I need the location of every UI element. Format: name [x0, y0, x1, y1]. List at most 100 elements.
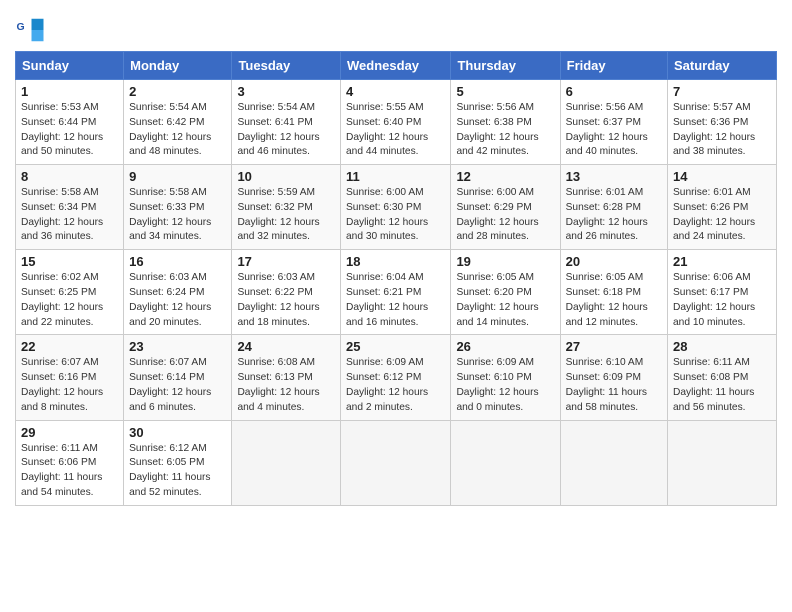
day-number: 29	[21, 425, 118, 440]
cell-info: Sunrise: 6:10 AMSunset: 6:09 PMDaylight:…	[566, 357, 647, 412]
cell-info: Sunrise: 6:00 AMSunset: 6:29 PMDaylight:…	[456, 187, 538, 242]
calendar-cell	[341, 420, 451, 505]
cell-info: Sunrise: 6:07 AMSunset: 6:16 PMDaylight:…	[21, 357, 103, 412]
day-number: 16	[129, 254, 226, 269]
calendar-week-4: 22 Sunrise: 6:07 AMSunset: 6:16 PMDayligh…	[16, 335, 777, 420]
calendar-cell: 28Sunrise: 6:11 AMSunset: 6:08 PMDayligh…	[668, 335, 777, 420]
day-header-tuesday: Tuesday	[232, 52, 341, 80]
calendar-week-5: 29 Sunrise: 6:11 AMSunset: 6:06 PMDayligh…	[16, 420, 777, 505]
cell-info: Sunrise: 6:01 AMSunset: 6:28 PMDaylight:…	[566, 187, 648, 242]
day-number: 25	[346, 339, 445, 354]
calendar-cell: 20 Sunrise: 6:05 AMSunset: 6:18 PMDayligh…	[560, 250, 667, 335]
calendar-cell: 12 Sunrise: 6:00 AMSunset: 6:29 PMDayligh…	[451, 165, 560, 250]
calendar-cell: 2 Sunrise: 5:54 AMSunset: 6:42 PMDaylight…	[124, 80, 232, 165]
calendar-cell: 9Sunrise: 5:58 AMSunset: 6:33 PMDaylight…	[124, 165, 232, 250]
calendar-cell: 27 Sunrise: 6:10 AMSunset: 6:09 PMDayligh…	[560, 335, 667, 420]
day-header-wednesday: Wednesday	[341, 52, 451, 80]
cell-info: Sunrise: 6:05 AMSunset: 6:20 PMDaylight:…	[456, 272, 538, 327]
day-number: 30	[129, 425, 226, 440]
day-number: 2	[129, 84, 226, 99]
day-header-friday: Friday	[560, 52, 667, 80]
day-number: 9	[129, 169, 226, 184]
day-number: 7	[673, 84, 771, 99]
cell-info: Sunrise: 6:05 AMSunset: 6:18 PMDaylight:…	[566, 272, 648, 327]
calendar-cell	[451, 420, 560, 505]
calendar-week-2: 8 Sunrise: 5:58 AMSunset: 6:34 PMDaylight…	[16, 165, 777, 250]
calendar-body: 1 Sunrise: 5:53 AMSunset: 6:44 PMDaylight…	[16, 80, 777, 506]
logo-icon: G	[15, 15, 45, 45]
cell-info: Sunrise: 6:03 AMSunset: 6:24 PMDaylight:…	[129, 272, 211, 327]
day-number: 5	[456, 84, 554, 99]
calendar-cell: 6Sunrise: 5:56 AMSunset: 6:37 PMDaylight…	[560, 80, 667, 165]
day-number: 1	[21, 84, 118, 99]
calendar-cell: 17Sunrise: 6:03 AMSunset: 6:22 PMDayligh…	[232, 250, 341, 335]
cell-info: Sunrise: 6:11 AMSunset: 6:06 PMDaylight:…	[21, 443, 102, 498]
cell-info: Sunrise: 6:09 AMSunset: 6:12 PMDaylight:…	[346, 357, 428, 412]
calendar-cell: 10 Sunrise: 5:59 AMSunset: 6:32 PMDayligh…	[232, 165, 341, 250]
day-number: 23	[129, 339, 226, 354]
calendar-cell: 11Sunrise: 6:00 AMSunset: 6:30 PMDayligh…	[341, 165, 451, 250]
day-number: 11	[346, 169, 445, 184]
calendar-week-1: 1 Sunrise: 5:53 AMSunset: 6:44 PMDaylight…	[16, 80, 777, 165]
calendar-cell: 8 Sunrise: 5:58 AMSunset: 6:34 PMDaylight…	[16, 165, 124, 250]
day-header-monday: Monday	[124, 52, 232, 80]
day-number: 24	[237, 339, 335, 354]
cell-info: Sunrise: 6:08 AMSunset: 6:13 PMDaylight:…	[237, 357, 319, 412]
calendar-cell: 30Sunrise: 6:12 AMSunset: 6:05 PMDayligh…	[124, 420, 232, 505]
calendar-cell: 3 Sunrise: 5:54 AMSunset: 6:41 PMDaylight…	[232, 80, 341, 165]
calendar-cell: 21 Sunrise: 6:06 AMSunset: 6:17 PMDayligh…	[668, 250, 777, 335]
calendar-cell: 1 Sunrise: 5:53 AMSunset: 6:44 PMDaylight…	[16, 80, 124, 165]
calendar-cell: 22 Sunrise: 6:07 AMSunset: 6:16 PMDayligh…	[16, 335, 124, 420]
cell-info: Sunrise: 6:03 AMSunset: 6:22 PMDaylight:…	[237, 272, 319, 327]
cell-info: Sunrise: 5:58 AMSunset: 6:34 PMDaylight:…	[21, 187, 103, 242]
calendar-header-row: SundayMondayTuesdayWednesdayThursdayFrid…	[16, 52, 777, 80]
day-number: 21	[673, 254, 771, 269]
cell-info: Sunrise: 6:07 AMSunset: 6:14 PMDaylight:…	[129, 357, 211, 412]
cell-info: Sunrise: 6:04 AMSunset: 6:21 PMDaylight:…	[346, 272, 428, 327]
cell-info: Sunrise: 5:57 AMSunset: 6:36 PMDaylight:…	[673, 102, 755, 157]
cell-info: Sunrise: 6:06 AMSunset: 6:17 PMDaylight:…	[673, 272, 755, 327]
day-header-saturday: Saturday	[668, 52, 777, 80]
day-number: 20	[566, 254, 662, 269]
calendar-cell: 16 Sunrise: 6:03 AMSunset: 6:24 PMDayligh…	[124, 250, 232, 335]
day-number: 10	[237, 169, 335, 184]
day-number: 13	[566, 169, 662, 184]
day-number: 3	[237, 84, 335, 99]
calendar-cell: 15Sunrise: 6:02 AMSunset: 6:25 PMDayligh…	[16, 250, 124, 335]
calendar-cell: 23 Sunrise: 6:07 AMSunset: 6:14 PMDayligh…	[124, 335, 232, 420]
cell-info: Sunrise: 5:59 AMSunset: 6:32 PMDaylight:…	[237, 187, 319, 242]
cell-info: Sunrise: 5:54 AMSunset: 6:41 PMDaylight:…	[237, 102, 319, 157]
cell-info: Sunrise: 5:55 AMSunset: 6:40 PMDaylight:…	[346, 102, 428, 157]
calendar-cell	[560, 420, 667, 505]
cell-info: Sunrise: 5:56 AMSunset: 6:38 PMDaylight:…	[456, 102, 538, 157]
day-header-sunday: Sunday	[16, 52, 124, 80]
day-number: 8	[21, 169, 118, 184]
calendar-cell: 4 Sunrise: 5:55 AMSunset: 6:40 PMDaylight…	[341, 80, 451, 165]
calendar-cell: 7 Sunrise: 5:57 AMSunset: 6:36 PMDaylight…	[668, 80, 777, 165]
calendar-cell: 29 Sunrise: 6:11 AMSunset: 6:06 PMDayligh…	[16, 420, 124, 505]
calendar-cell	[668, 420, 777, 505]
day-number: 15	[21, 254, 118, 269]
day-number: 27	[566, 339, 662, 354]
calendar-cell: 19Sunrise: 6:05 AMSunset: 6:20 PMDayligh…	[451, 250, 560, 335]
day-number: 22	[21, 339, 118, 354]
day-number: 12	[456, 169, 554, 184]
cell-info: Sunrise: 5:54 AMSunset: 6:42 PMDaylight:…	[129, 102, 211, 157]
day-number: 4	[346, 84, 445, 99]
cell-info: Sunrise: 6:01 AMSunset: 6:26 PMDaylight:…	[673, 187, 755, 242]
calendar-cell: 13 Sunrise: 6:01 AMSunset: 6:28 PMDayligh…	[560, 165, 667, 250]
page-header: G	[15, 10, 777, 45]
svg-text:G: G	[17, 21, 25, 33]
calendar-cell: 24 Sunrise: 6:08 AMSunset: 6:13 PMDayligh…	[232, 335, 341, 420]
day-number: 14	[673, 169, 771, 184]
cell-info: Sunrise: 5:53 AMSunset: 6:44 PMDaylight:…	[21, 102, 103, 157]
calendar-cell: 26 Sunrise: 6:09 AMSunset: 6:10 PMDayligh…	[451, 335, 560, 420]
calendar-table: SundayMondayTuesdayWednesdayThursdayFrid…	[15, 51, 777, 506]
cell-info: Sunrise: 6:09 AMSunset: 6:10 PMDaylight:…	[456, 357, 538, 412]
cell-info: Sunrise: 5:56 AMSunset: 6:37 PMDaylight:…	[566, 102, 648, 157]
day-number: 26	[456, 339, 554, 354]
calendar-cell: 5 Sunrise: 5:56 AMSunset: 6:38 PMDaylight…	[451, 80, 560, 165]
calendar-cell: 25 Sunrise: 6:09 AMSunset: 6:12 PMDayligh…	[341, 335, 451, 420]
calendar-cell	[232, 420, 341, 505]
day-number: 28	[673, 339, 771, 354]
